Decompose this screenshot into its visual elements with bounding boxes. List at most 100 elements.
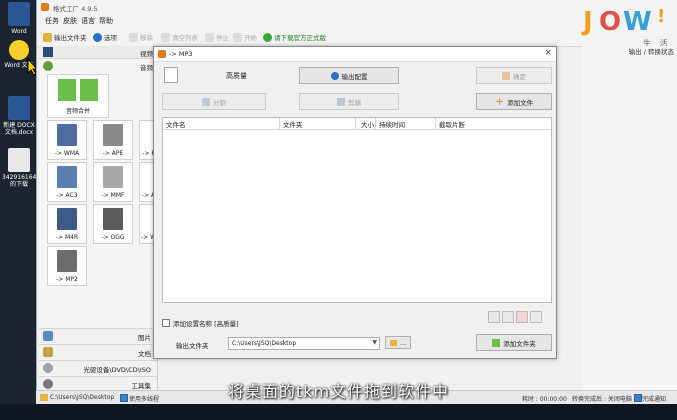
download-official-link[interactable]: 请下载官方正式版 [263, 31, 326, 43]
folder-icon [43, 32, 52, 42]
desktop-icon-word[interactable]: Word [2, 2, 36, 35]
desktop-icon-label: 新建 DOCX 文档.docx [3, 122, 35, 136]
menu-task[interactable]: 任务 [45, 16, 59, 26]
tile-ape[interactable]: -> APE [93, 120, 133, 160]
mmf-file-icon [103, 166, 123, 188]
m4r-file-icon [57, 208, 77, 230]
menu-skin[interactable]: 皮肤 [63, 16, 77, 26]
mp3-dialog: -> MP3 × 高质量 输出配置 确定 分割 剪辑 + 添加文件 文件名 文件… [153, 46, 557, 359]
start-button[interactable]: 开始 [233, 31, 257, 43]
clip-button[interactable]: 剪辑 [299, 93, 399, 110]
options-icon [93, 32, 102, 42]
column-divider[interactable] [355, 118, 356, 129]
split-label: 分割 [213, 98, 226, 107]
mp2-file-icon [57, 250, 77, 272]
chevron-down-icon[interactable]: ▼ [372, 339, 377, 346]
tile-m4r[interactable]: -> M4R [47, 204, 87, 244]
output-status-header: 输出 / 转换状态 [628, 48, 674, 56]
disc-icon [43, 363, 53, 373]
clear-list-icon [161, 32, 170, 42]
output-config-button[interactable]: 输出配置 [299, 67, 399, 84]
dialog-close-button[interactable]: × [544, 48, 552, 58]
stop-button[interactable]: 停止 [205, 31, 229, 43]
options-button[interactable]: 选项 [93, 31, 117, 43]
column-divider[interactable] [279, 118, 280, 129]
delete-icon[interactable] [516, 311, 528, 323]
start-icon [233, 32, 242, 42]
category-image[interactable]: 图片 [39, 328, 157, 343]
checkbox-box[interactable] [162, 319, 170, 327]
category-audio[interactable]: 音频 [39, 60, 157, 72]
menu-help[interactable]: 帮助 [99, 16, 113, 26]
windows-taskbar [0, 404, 677, 420]
file-list[interactable]: 文件名 文件夹 大小 持续时间 截取片断 [162, 117, 552, 303]
list-tool-buttons [488, 311, 542, 323]
ok-icon [502, 71, 510, 80]
ok-button[interactable]: 确定 [476, 67, 552, 84]
category-video[interactable]: 视频 [39, 46, 157, 59]
browse-folder-button[interactable]: ... [385, 336, 411, 349]
word-icon [8, 2, 30, 26]
column-divider[interactable] [435, 118, 436, 129]
output-folder-combobox[interactable]: C:\Users\JSQ\Desktop ▼ [228, 337, 380, 350]
add-folder-button[interactable]: 添加文件夹 [476, 334, 552, 351]
column-filename[interactable]: 文件名 [166, 119, 186, 129]
move-up-icon[interactable] [488, 311, 500, 323]
svg-text:J: J [581, 7, 593, 37]
clear-list-button[interactable]: 清空列表 [161, 31, 198, 43]
svg-text:W: W [623, 7, 652, 37]
tile-ac3[interactable]: -> AC3 [47, 162, 87, 202]
svg-text:!: ! [657, 6, 665, 27]
download-official-label: 请下载官方正式版 [274, 34, 326, 42]
options-label: 选项 [104, 34, 117, 42]
video-icon [43, 47, 53, 57]
output-folder-button[interactable]: 输出文件夹 [43, 31, 87, 43]
category-optical-drive-label: 光驱设备\DVD\CD\ISO [83, 366, 151, 374]
column-divider[interactable] [375, 118, 376, 129]
ape-file-icon [103, 124, 123, 146]
tile-wma[interactable]: -> WMA [47, 120, 87, 160]
stop-label: 停止 [216, 34, 229, 42]
add-file-button[interactable]: + 添加文件 [476, 93, 552, 110]
remove-button[interactable]: 移除 [129, 31, 153, 43]
add-setting-name-label: 添加设置名称 [高质量] [173, 320, 239, 328]
audio-merge-tile[interactable]: 音频合并 [47, 74, 109, 118]
move-down-icon[interactable] [502, 311, 514, 323]
category-document-label: 文档 [138, 350, 151, 358]
column-size[interactable]: 大小 [361, 119, 374, 129]
remove-label: 移除 [140, 34, 153, 42]
column-clip-range[interactable]: 截取片断 [439, 119, 465, 129]
output-folder-value: C:\Users\JSQ\Desktop [232, 340, 297, 347]
clip-label: 剪辑 [348, 98, 361, 107]
dialog-title: -> MP3 [169, 50, 193, 58]
document-icon [43, 347, 53, 357]
column-duration[interactable]: 持续时间 [379, 119, 405, 129]
word-document-icon [8, 96, 30, 120]
plus-icon: + [494, 94, 505, 108]
remove-icon [129, 32, 138, 42]
tile-mp2[interactable]: -> MP2 [47, 246, 87, 286]
tile-mmf[interactable]: -> MMF [93, 162, 133, 202]
clear-list-label: 清空列表 [172, 34, 198, 42]
grid-view-icon[interactable] [530, 311, 542, 323]
column-folder[interactable]: 文件夹 [283, 119, 303, 129]
category-panel: 视频 音频 音频合并 -> WMA -> APE -> F -> AC3 -> … [39, 46, 158, 391]
audio-merge-label: 音频合并 [65, 108, 90, 115]
desktop-icon-file[interactable]: 342916164_…的下载 [2, 148, 45, 188]
ogg-file-icon [103, 208, 123, 230]
add-file-label: 添加文件 [507, 98, 534, 107]
desktop-icon-docx[interactable]: 新建 DOCX 文档.docx [2, 96, 36, 136]
menu-language[interactable]: 语言 [81, 16, 95, 26]
category-optical-drive[interactable]: 光驱设备\DVD\CD\ISO [39, 360, 157, 375]
add-setting-name-checkbox[interactable]: 添加设置名称 [高质量] [162, 318, 239, 328]
music-file-icon [164, 67, 178, 83]
ac3-file-icon [57, 166, 77, 188]
output-config-label: 输出配置 [341, 72, 368, 81]
split-button[interactable]: 分割 [162, 93, 266, 110]
category-document[interactable]: 文档 [39, 344, 157, 359]
start-label: 开始 [244, 34, 257, 42]
folder-icon [389, 339, 397, 346]
audio-icon [43, 61, 53, 71]
tile-ogg[interactable]: -> OGG [93, 204, 133, 244]
dialog-app-icon [158, 50, 166, 58]
